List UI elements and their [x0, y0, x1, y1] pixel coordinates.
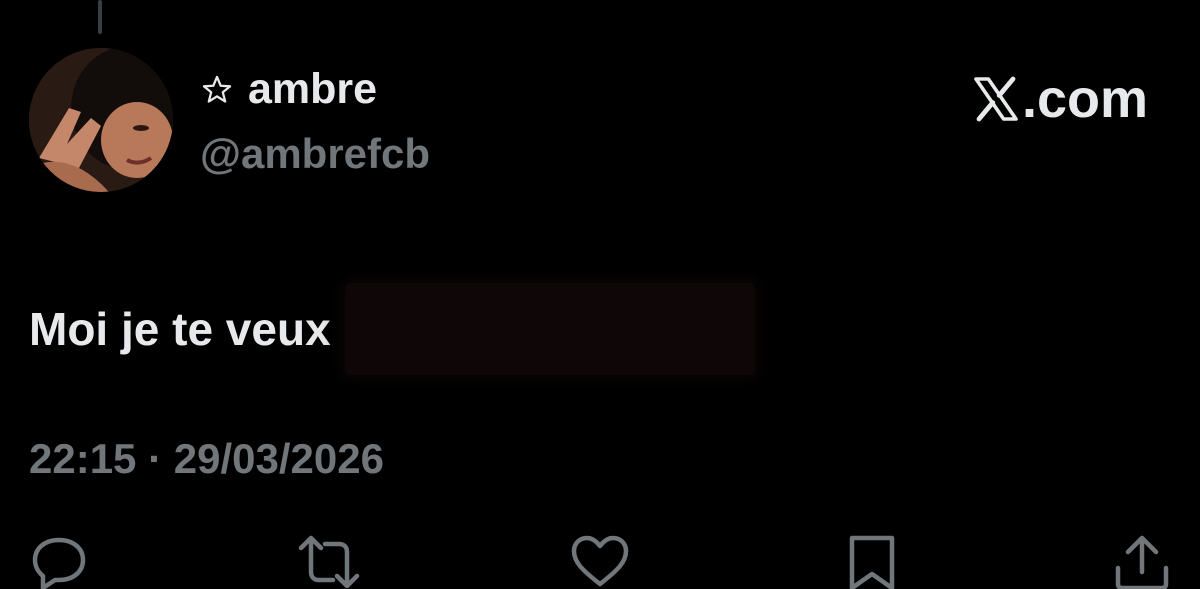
author-handle[interactable]: @ambrefcb [200, 133, 430, 175]
brand-domain: .com [1021, 69, 1148, 129]
bookmark-icon [849, 535, 895, 589]
avatar[interactable] [29, 48, 173, 192]
reply-icon [32, 537, 86, 589]
retweet-button[interactable] [297, 530, 361, 589]
share-icon [1115, 535, 1169, 589]
share-button[interactable] [1110, 530, 1174, 589]
retweet-icon [298, 535, 360, 589]
avatar-photo [29, 48, 173, 192]
action-bar [0, 530, 1200, 589]
tweet-body: Moi je te veux [29, 283, 755, 375]
like-icon [571, 535, 629, 587]
bookmark-button[interactable] [840, 530, 904, 589]
reply-button[interactable] [27, 530, 91, 589]
redacted-text-block [344, 283, 755, 375]
thread-connector-line [98, 0, 102, 34]
brand-mark: .com [972, 72, 1148, 126]
tweet-timestamp[interactable]: 22:15 · 29/03/2026 [29, 438, 384, 480]
author-display-name: ambre [248, 65, 378, 113]
like-button[interactable] [568, 530, 632, 589]
star-outline-icon [202, 75, 232, 103]
author-name-row[interactable]: ambre [200, 68, 377, 111]
tweet-text: Moi je te veux [29, 303, 331, 355]
x-logo-icon [974, 76, 1018, 122]
